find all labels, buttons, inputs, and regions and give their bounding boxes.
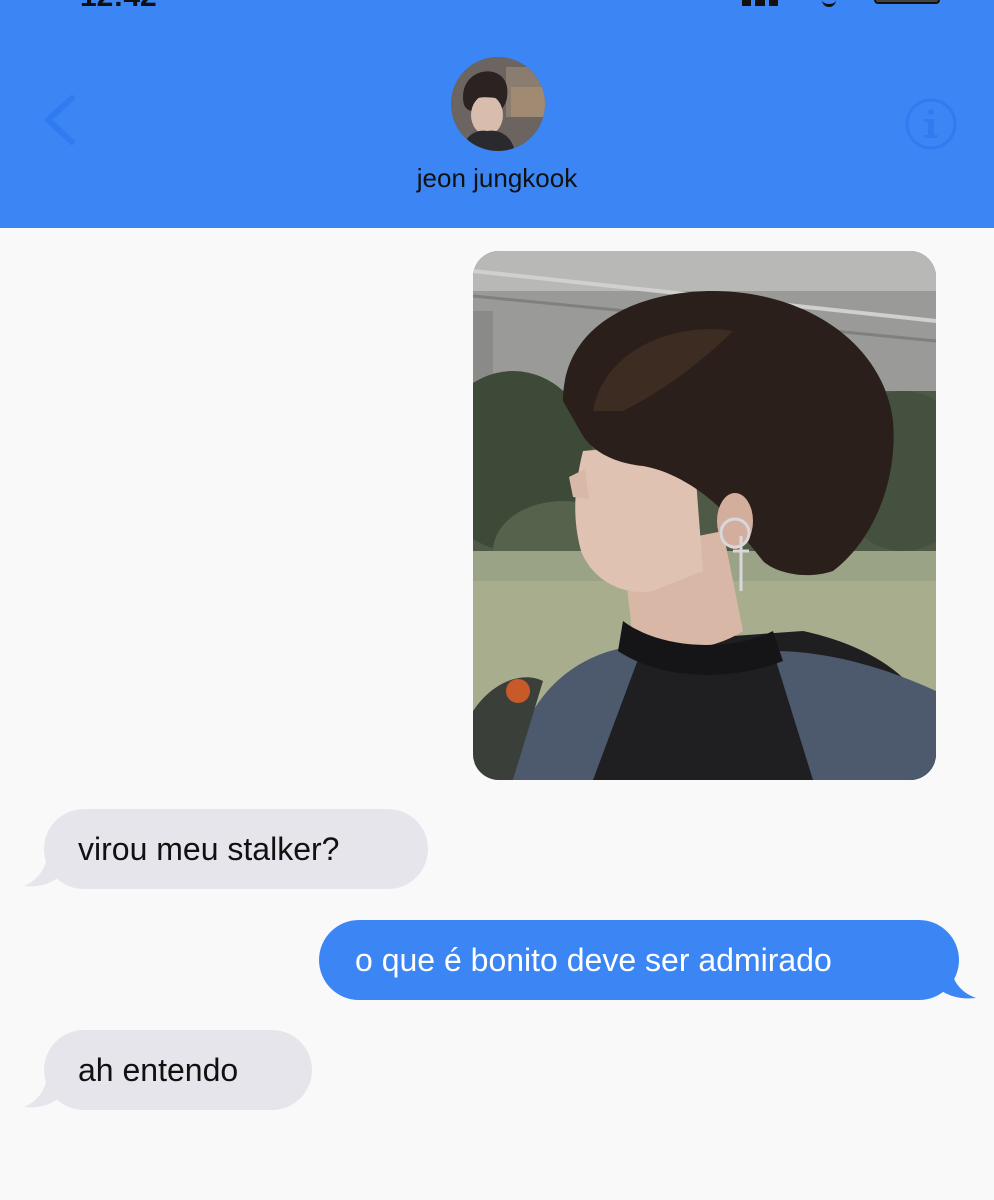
chevron-left-icon xyxy=(45,95,75,145)
avatar[interactable] xyxy=(451,57,545,151)
info-button[interactable] xyxy=(904,97,958,151)
photo-attachment[interactable] xyxy=(473,251,936,780)
status-time: 12:42 xyxy=(80,0,157,12)
message-bubble-incoming[interactable]: virou meu stalker? xyxy=(44,809,428,889)
info-icon xyxy=(905,98,957,150)
status-bar: 12:42 xyxy=(0,0,994,12)
wifi-icon xyxy=(822,0,836,7)
message-bubble-incoming[interactable]: ah entendo xyxy=(44,1030,312,1110)
battery-icon xyxy=(874,0,940,4)
avatar-photo xyxy=(451,57,545,151)
back-button[interactable] xyxy=(38,88,86,152)
attachment-photo xyxy=(473,251,936,780)
contact-name[interactable]: jeon jungkook xyxy=(0,163,994,194)
imessage-conversation-screen: 12:42 jeon jungkook xyxy=(0,0,994,1200)
conversation-header: 12:42 jeon jungkook xyxy=(0,0,994,228)
message-bubble-outgoing[interactable]: o que é bonito deve ser admirado xyxy=(319,920,959,1000)
signal-icon xyxy=(742,0,778,6)
